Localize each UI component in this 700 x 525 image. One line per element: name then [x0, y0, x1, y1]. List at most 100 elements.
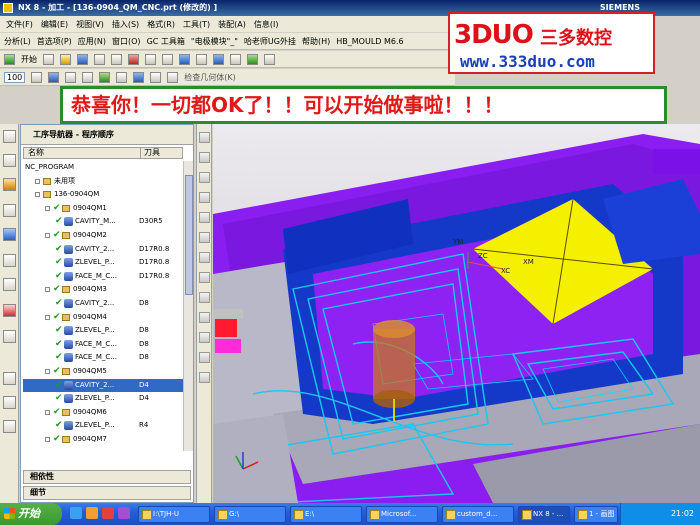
delete-icon[interactable] [128, 53, 139, 65]
navigator-row[interactable]: NC_PROGRAM [23, 161, 183, 175]
task-nx8[interactable]: NX 8 - ... [518, 506, 570, 523]
wcs-icon[interactable] [264, 53, 275, 65]
render-style-icon[interactable] [213, 53, 224, 65]
expand-toggle-icon[interactable] [45, 368, 50, 374]
menu-plugin[interactable]: 哈老师UG外挂 [244, 36, 296, 47]
process-studio-icon[interactable] [3, 330, 16, 343]
view-fit-icon[interactable] [196, 53, 207, 65]
menu-electrode[interactable]: "电极模块"_" [191, 36, 238, 47]
view-pan-icon[interactable] [199, 152, 210, 163]
wireframe-icon[interactable] [133, 71, 145, 83]
navigator-row[interactable]: ✔ CAVITY_2... D8 [23, 297, 183, 311]
expand-toggle-icon[interactable] [45, 287, 50, 293]
expand-toggle-icon[interactable] [35, 192, 40, 198]
navigator-row[interactable]: ✔ FACE_M_C... D8 [23, 351, 183, 365]
view-fit-icon[interactable] [199, 192, 210, 203]
menu-insert[interactable]: 插入(S) [112, 19, 139, 30]
menu-help[interactable]: 帮助(H) [302, 36, 330, 47]
task-drive-g[interactable]: G:\ [214, 506, 286, 523]
roles-icon[interactable] [3, 372, 16, 385]
view-top-icon[interactable] [199, 212, 210, 223]
task-custom[interactable]: custom_d... [442, 506, 514, 523]
view-zoom-icon[interactable] [199, 172, 210, 183]
assembly-navigator-icon[interactable] [3, 130, 16, 143]
menu-edit[interactable]: 编辑(E) [41, 19, 68, 30]
navigator-row[interactable]: ✔ 0904QM3 [23, 283, 183, 297]
menu-gc-toolbox[interactable]: GC 工具箱 [147, 36, 185, 47]
navigator-row[interactable]: ✔ ZLEVEL_P... D8 [23, 324, 183, 338]
navigator-row[interactable]: ✔ 0904QM5 [23, 365, 183, 379]
expand-toggle-icon[interactable] [45, 409, 50, 415]
explorer-quicklaunch-icon[interactable] [86, 507, 98, 519]
column-name[interactable]: 名称 [28, 148, 44, 158]
expand-toggle-icon[interactable] [45, 314, 50, 320]
expand-toggle-icon[interactable] [45, 436, 50, 442]
render-wire-icon[interactable] [199, 312, 210, 323]
view-rotate-icon[interactable] [199, 132, 210, 143]
open-folder-icon[interactable] [60, 53, 71, 65]
start-icon[interactable] [4, 53, 15, 65]
layer-icon[interactable] [247, 53, 258, 65]
navigator-row[interactable]: ✔ FACE_M_C... D17R0.8 [23, 270, 183, 284]
navigator-row[interactable]: ✔ 0904QM6 [23, 406, 183, 420]
navigator-row[interactable]: ✔ ZLEVEL_P... D17R0.8 [23, 256, 183, 270]
start-button[interactable]: 开始 [0, 503, 62, 525]
snap-icon[interactable] [31, 71, 43, 83]
check-geometry-hint[interactable]: 检查几何体(K) [184, 72, 236, 83]
reuse-library-icon[interactable] [3, 204, 16, 217]
menu-preferences[interactable]: 首选项(P) [37, 36, 72, 47]
part-navigator-icon[interactable] [3, 178, 16, 191]
clock[interactable]: 21:02 [671, 509, 694, 518]
operation-navigator-icon[interactable] [3, 228, 16, 241]
panel-details[interactable]: 细节 [23, 486, 191, 500]
graphics-viewport[interactable]: XC XM YM ZC [213, 124, 700, 503]
web-browser-icon[interactable] [3, 278, 16, 291]
render-shaded-icon[interactable] [199, 292, 210, 303]
start-menu-button[interactable]: 开始 [21, 54, 37, 65]
section-view-icon[interactable] [199, 332, 210, 343]
light-icon[interactable] [199, 352, 210, 363]
navigator-row[interactable]: ✔ CAVITY_2... D17R0.8 [23, 243, 183, 257]
expand-toggle-icon[interactable] [45, 205, 50, 211]
expand-toggle-icon[interactable] [45, 232, 50, 238]
arc-icon[interactable] [82, 71, 94, 83]
menu-analysis[interactable]: 分析(L) [4, 36, 31, 47]
task-drive-e[interactable]: E:\ [290, 506, 362, 523]
cube-icon[interactable] [167, 71, 179, 83]
menu-view[interactable]: 视图(V) [76, 19, 104, 30]
menu-application[interactable]: 应用(N) [78, 36, 106, 47]
redo-icon[interactable] [162, 53, 173, 65]
section-icon[interactable] [116, 71, 128, 83]
navigator-row[interactable]: ✔ 0904QM7 [23, 433, 183, 447]
measure-icon[interactable] [99, 71, 111, 83]
navigator-row[interactable]: ✔ ZLEVEL_P... D4 [23, 392, 183, 406]
copy-icon[interactable] [111, 53, 122, 65]
navigator-row[interactable]: 136-0904QM [23, 188, 183, 202]
panel-dependencies[interactable]: 相依性 [23, 470, 191, 484]
navigator-row[interactable]: ✔ CAVITY_2... D4 [23, 378, 183, 393]
new-file-icon[interactable] [43, 53, 54, 65]
navigator-row[interactable]: ✔ 0904QM4 [23, 311, 183, 325]
snapshot-icon[interactable] [199, 372, 210, 383]
cad-scene[interactable]: XC XM YM ZC [213, 124, 700, 503]
app-quicklaunch-icon[interactable] [118, 507, 130, 519]
task-microsoft[interactable]: Microsof... [366, 506, 438, 523]
cut-icon[interactable] [94, 53, 105, 65]
view-right-icon[interactable] [199, 252, 210, 263]
save-icon[interactable] [77, 53, 88, 65]
navigator-row[interactable]: ✔ 0904QM2 [23, 229, 183, 243]
shade-icon[interactable] [150, 71, 162, 83]
select-filter-icon[interactable] [179, 53, 190, 65]
navigator-row[interactable]: ✔ CAVITY_M... D30R5 [23, 215, 183, 229]
view-iso-icon[interactable] [199, 272, 210, 283]
constraint-navigator-icon[interactable] [3, 154, 16, 167]
column-tool[interactable]: 刀具 [140, 148, 160, 158]
scrollbar-thumb[interactable] [185, 175, 193, 295]
system-materials-icon[interactable] [3, 396, 16, 409]
undo-icon[interactable] [145, 53, 156, 65]
palette-icon[interactable] [3, 420, 16, 433]
ie-quicklaunch-icon[interactable] [70, 507, 82, 519]
navigator-row[interactable]: ✔ 0904QM1 [23, 202, 183, 216]
navigator-scrollbar[interactable] [183, 161, 193, 451]
menu-format[interactable]: 格式(R) [147, 19, 175, 30]
